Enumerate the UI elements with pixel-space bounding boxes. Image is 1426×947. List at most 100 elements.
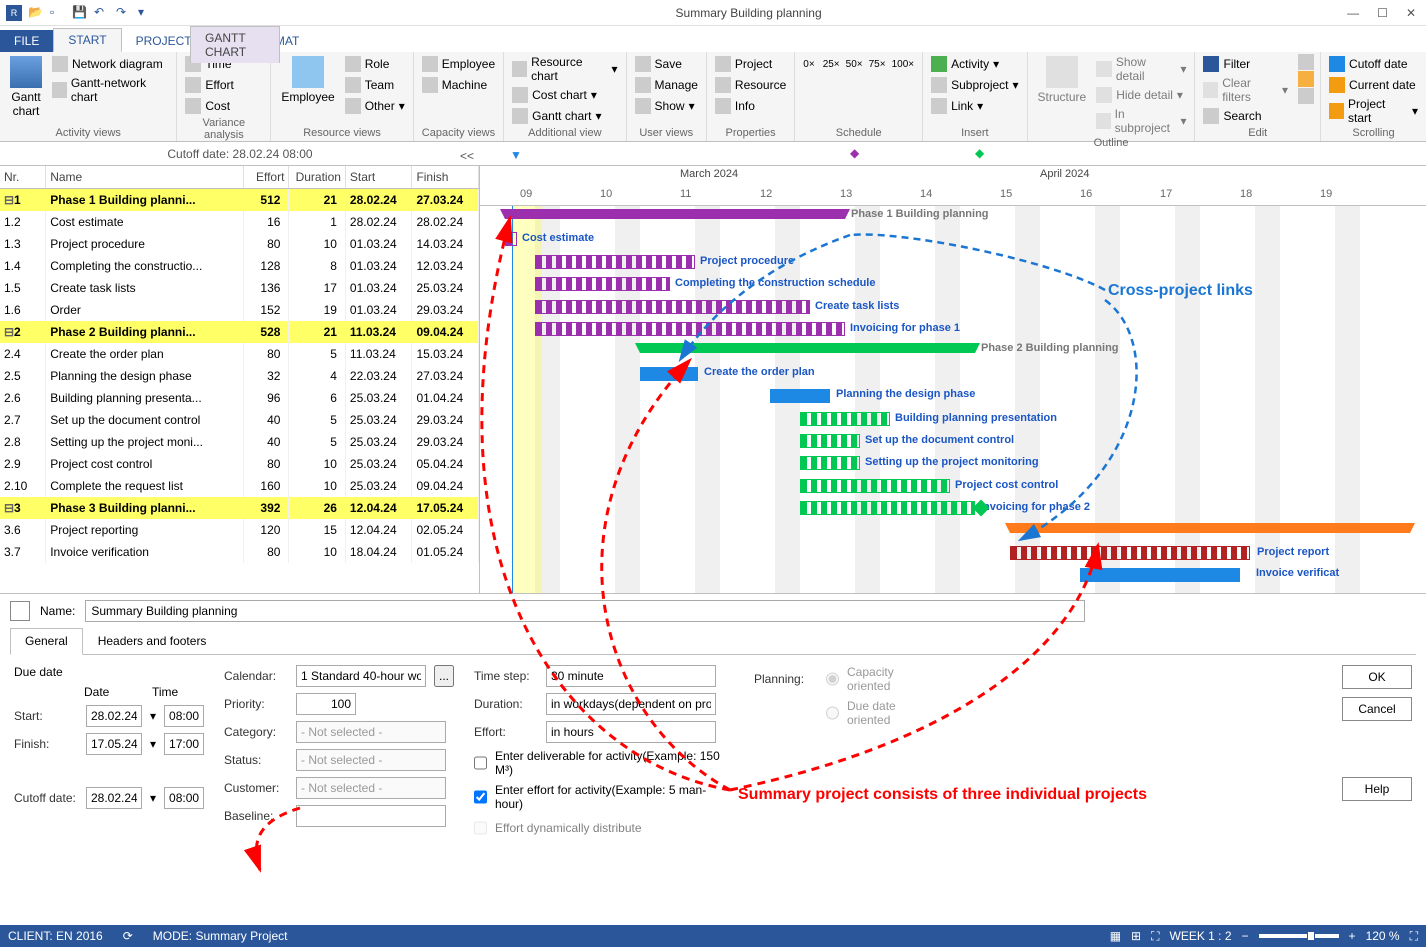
category-select[interactable] <box>296 721 446 743</box>
hide-detail-button[interactable]: Hide detail ▾ <box>1094 85 1188 105</box>
props-info-button[interactable]: Info <box>713 96 788 116</box>
col-start[interactable]: Start <box>345 166 412 189</box>
gantt-bar[interactable]: Set up the document control <box>800 434 860 448</box>
col-finish[interactable]: Finish <box>412 166 479 189</box>
gantt-bar[interactable]: Invoice verificat <box>1080 568 1240 582</box>
context-tab-gantt-chart[interactable]: GANTT CHART <box>190 26 280 63</box>
gantt-chart-add-button[interactable]: Gantt chart ▾ <box>510 106 619 126</box>
structure-button[interactable]: Structure <box>1034 54 1091 106</box>
gantt-bar[interactable] <box>1010 523 1410 533</box>
expand-icon[interactable]: ⊟ <box>4 501 14 515</box>
ok-button[interactable]: OK <box>1342 665 1412 689</box>
finish-time-input[interactable] <box>164 733 204 755</box>
table-row[interactable]: ⊟1 Phase 1 Building planni... 512 21 28.… <box>0 189 479 211</box>
capacity-employee-button[interactable]: Employee <box>420 54 497 74</box>
baseline-select[interactable] <box>296 805 446 827</box>
table-row[interactable]: 2.9 Project cost control 80 10 25.03.24 … <box>0 453 479 475</box>
table-row[interactable]: 2.5 Planning the design phase 32 4 22.03… <box>0 365 479 387</box>
gantt-bar[interactable]: Cost estimate <box>505 232 517 246</box>
schedule-50-button[interactable]: 50× <box>844 54 865 74</box>
gantt-bar[interactable]: Create task lists <box>535 300 810 314</box>
zoom-slider[interactable] <box>1259 934 1339 938</box>
zoom-in-button[interactable]: + <box>1349 929 1356 943</box>
status-icon-1[interactable]: ▦ <box>1110 929 1121 943</box>
gantt-bar[interactable]: Create the order plan <box>640 367 698 381</box>
save-icon[interactable]: 💾 <box>72 5 88 21</box>
gantt-chart-button[interactable]: Gantt chart <box>6 54 46 120</box>
variance-cost-button[interactable]: Cost <box>183 96 235 116</box>
gantt-bar[interactable]: Invoicing for phase 2 <box>800 501 975 515</box>
gantt-bar[interactable]: Planning the design phase <box>770 389 830 403</box>
calendar-browse-button[interactable]: ... <box>434 665 454 687</box>
props-resource-button[interactable]: Resource <box>713 75 788 95</box>
expand-icon[interactable]: ⊟ <box>4 325 14 339</box>
table-row[interactable]: 1.2 Cost estimate 16 1 28.02.24 28.02.24 <box>0 211 479 233</box>
close-button[interactable]: ✕ <box>1406 6 1416 20</box>
task-grid[interactable]: Nr. Name Effort Duration Start Finish ⊟1… <box>0 166 480 593</box>
props-project-button[interactable]: Project <box>713 54 788 74</box>
scroll-project-start-button[interactable]: Project start ▾ <box>1327 96 1420 126</box>
gantt-bar[interactable]: Completing the construction schedule <box>535 277 670 291</box>
table-row[interactable]: 1.5 Create task lists 136 17 01.03.24 25… <box>0 277 479 299</box>
status-refresh-icon[interactable]: ⟳ <box>123 929 133 943</box>
gantt-bar[interactable]: Phase 1 Building planning <box>505 209 845 219</box>
gantt-bar[interactable]: Project report <box>1010 546 1250 560</box>
filter-button[interactable]: Filter <box>1201 54 1290 74</box>
clear-filters-button[interactable]: Clear filters ▾ <box>1201 75 1290 105</box>
effort-select[interactable] <box>546 721 716 743</box>
cost-chart-button[interactable]: Cost chart ▾ <box>510 85 619 105</box>
user-save-button[interactable]: Save <box>633 54 700 74</box>
schedule-100-button[interactable]: 100× <box>890 54 917 74</box>
table-row[interactable]: 3.6 Project reporting 120 15 12.04.24 02… <box>0 519 479 541</box>
resource-role-button[interactable]: Role <box>343 54 407 74</box>
scroll-cutoff-button[interactable]: Cutoff date <box>1327 54 1420 74</box>
cancel-button[interactable]: Cancel <box>1342 697 1412 721</box>
cutoff-time-input[interactable] <box>164 787 204 809</box>
minimize-button[interactable]: — <box>1347 6 1359 20</box>
undo-icon[interactable]: ↶ <box>94 5 110 21</box>
scroll-current-button[interactable]: Current date <box>1327 75 1420 95</box>
finish-date-input[interactable] <box>86 733 142 755</box>
col-duration[interactable]: Duration <box>289 166 346 189</box>
insert-subproject-button[interactable]: Subproject ▾ <box>929 75 1020 95</box>
table-row[interactable]: 2.7 Set up the document control 40 5 25.… <box>0 409 479 431</box>
schedule-75-button[interactable]: 75× <box>867 54 888 74</box>
expand-icon[interactable]: ⊟ <box>4 193 14 207</box>
user-manage-button[interactable]: Manage <box>633 75 700 95</box>
variance-effort-button[interactable]: Effort <box>183 75 235 95</box>
table-row[interactable]: ⊟3 Phase 3 Building planni... 392 26 12.… <box>0 497 479 519</box>
col-effort[interactable]: Effort <box>243 166 289 189</box>
tab-headers-footers[interactable]: Headers and footers <box>83 628 222 654</box>
table-row[interactable]: 3.7 Invoice verification 80 10 18.04.24 … <box>0 541 479 563</box>
resource-other-button[interactable]: Other ▾ <box>343 96 407 116</box>
resource-employee-button[interactable]: Employee <box>277 54 338 106</box>
tab-file[interactable]: FILE <box>0 30 53 52</box>
priority-input[interactable] <box>296 693 356 715</box>
resource-chart-button[interactable]: Resource chart ▾ <box>510 54 619 84</box>
gantt-bar[interactable]: Setting up the project monitoring <box>800 456 860 470</box>
start-date-input[interactable] <box>86 705 142 727</box>
folder-icon[interactable]: ▫ <box>50 5 66 21</box>
gantt-network-chart-button[interactable]: Gantt-network chart <box>50 75 170 105</box>
table-row[interactable]: 1.4 Completing the constructio... 128 8 … <box>0 255 479 277</box>
gantt-bar[interactable]: Building planning presentation <box>800 412 890 426</box>
tab-general[interactable]: General <box>10 628 83 655</box>
gantt-bar[interactable]: Phase 2 Building planning <box>640 343 975 353</box>
table-row[interactable]: 2.8 Setting up the project moni... 40 5 … <box>0 431 479 453</box>
network-diagram-button[interactable]: Network diagram <box>50 54 170 74</box>
schedule-0-button[interactable]: 0× <box>801 54 816 74</box>
name-input[interactable] <box>85 600 1085 622</box>
gantt-bar[interactable]: Invoicing for phase 1 <box>535 322 845 336</box>
deliverable-checkbox[interactable] <box>474 752 487 774</box>
resource-team-button[interactable]: Team <box>343 75 407 95</box>
timestep-select[interactable] <box>546 665 716 687</box>
status-icon-2[interactable]: ⊞ <box>1131 929 1141 943</box>
collapse-grid-icon[interactable]: << <box>460 149 474 163</box>
gantt-chart-area[interactable]: March 2024April 202409101112131415161718… <box>480 166 1426 593</box>
table-row[interactable]: ⊟2 Phase 2 Building planni... 528 21 11.… <box>0 321 479 343</box>
in-subproject-button[interactable]: In subproject ▾ <box>1094 106 1188 136</box>
tab-start[interactable]: START <box>53 28 121 52</box>
cutoff-date-input[interactable] <box>86 787 142 809</box>
zoom-out-button[interactable]: − <box>1242 929 1249 943</box>
show-detail-button[interactable]: Show detail ▾ <box>1094 54 1188 84</box>
